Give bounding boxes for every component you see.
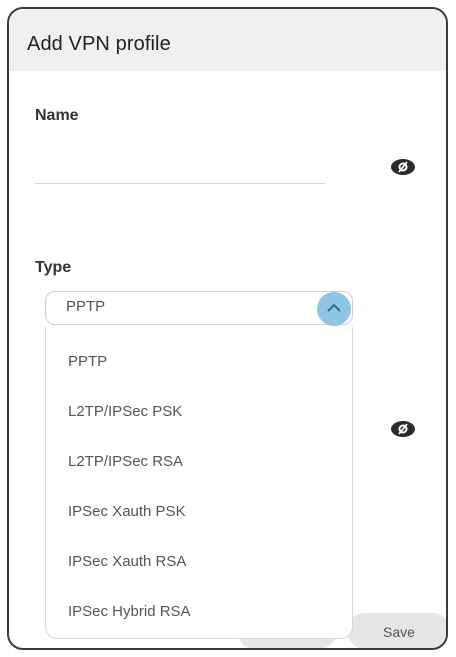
name-label: Name [35, 107, 79, 124]
type-label: Type [35, 259, 72, 276]
eye-icon[interactable] [389, 419, 417, 439]
dialog-header: Add VPN profile [9, 9, 446, 71]
name-input[interactable] [35, 159, 325, 184]
type-dropdown-menu: PPTP L2TP/IPSec PSK L2TP/IPSec RSA IPSec… [45, 327, 353, 639]
dropdown-option-xauth-psk[interactable]: IPSec Xauth PSK [68, 503, 186, 520]
type-select[interactable]: PPTP [45, 291, 353, 325]
dropdown-option-xauth-rsa[interactable]: IPSec Xauth RSA [68, 553, 186, 570]
save-button-label: Save [383, 624, 415, 640]
type-selected-value: PPTP [66, 298, 106, 315]
dialog-title: Add VPN profile [27, 33, 171, 55]
dropdown-option-hybrid-rsa[interactable]: IPSec Hybrid RSA [68, 603, 191, 620]
eye-icon[interactable] [389, 157, 417, 177]
dropdown-option-pptp[interactable]: PPTP [68, 353, 107, 370]
dropdown-option-l2tp-psk[interactable]: L2TP/IPSec PSK [68, 403, 182, 420]
save-button[interactable]: Save [347, 613, 446, 648]
dropdown-option-l2tp-rsa[interactable]: L2TP/IPSec RSA [68, 453, 183, 470]
vpn-profile-dialog: Add VPN profile Name Type PPTP Save PPTP… [7, 7, 448, 650]
chevron-up-icon[interactable] [317, 292, 351, 326]
